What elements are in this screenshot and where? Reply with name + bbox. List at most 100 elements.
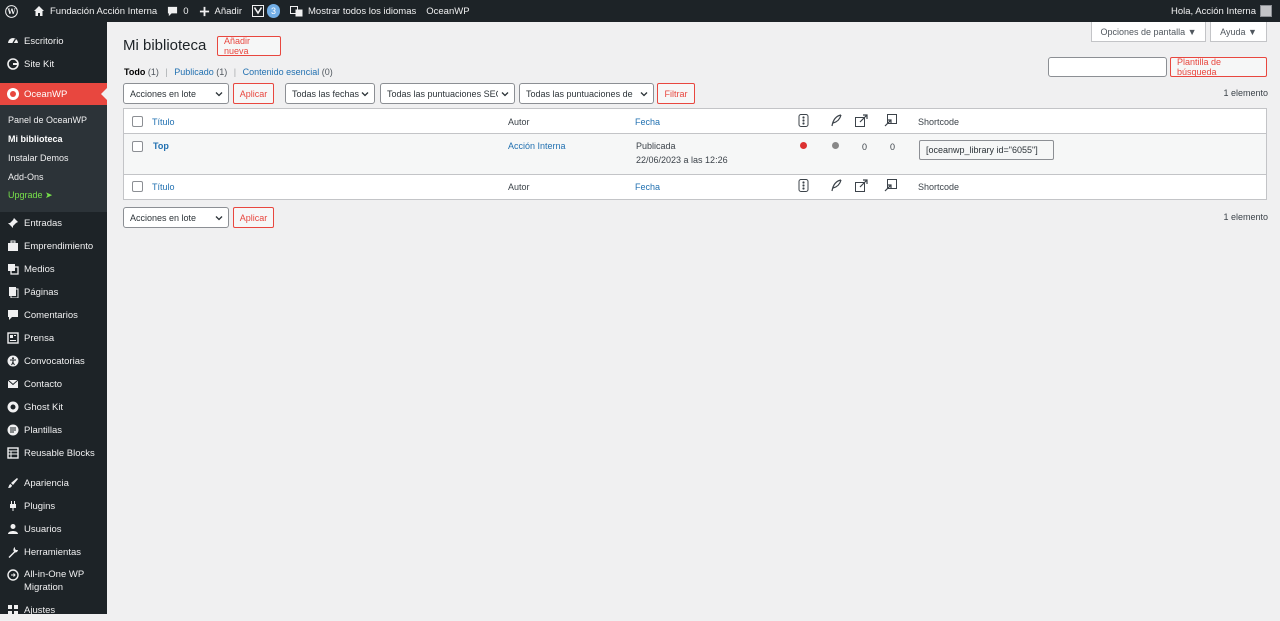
avatar (1260, 5, 1272, 17)
comments-link[interactable]: 0 (162, 0, 193, 22)
users-icon (6, 522, 20, 536)
row-checkbox[interactable] (132, 141, 143, 152)
add-new-menu[interactable]: Añadir (194, 0, 247, 22)
press-icon (6, 331, 20, 345)
comments-icon (6, 308, 20, 322)
submenu-add-ons[interactable]: Add-Ons (8, 172, 44, 182)
menu-apariencia[interactable]: Apariencia (0, 472, 107, 494)
incoming-links-count: 0 (890, 142, 896, 152)
incoming-links-icon[interactable] (884, 114, 897, 130)
oceanwp-adminbar-label: OceanWP (426, 5, 470, 17)
column-date-header[interactable]: Fecha (635, 117, 660, 127)
oceanwp-adminbar-link[interactable]: OceanWP (421, 0, 474, 22)
menu-escritorio[interactable]: Escritorio (0, 30, 107, 52)
apply-button-bottom[interactable]: Aplicar (233, 207, 274, 228)
seo-score-filter-select[interactable]: Todas las puntuaciones SEO (380, 83, 515, 104)
menu-plugins[interactable]: Plugins (0, 495, 107, 517)
yoast-menu[interactable]: 3 (247, 0, 285, 22)
submenu-upgrade[interactable]: Upgrade ➤ (8, 190, 53, 201)
menu-medios[interactable]: Medios (0, 258, 107, 280)
outgoing-links-icon[interactable] (855, 114, 868, 130)
menu-entradas[interactable]: Entradas (0, 212, 107, 234)
menu-usuarios[interactable]: Usuarios (0, 518, 107, 540)
select-all-checkbox-footer[interactable] (132, 181, 143, 192)
view-published[interactable]: Publicado (174, 67, 214, 77)
briefcase-icon (6, 239, 20, 253)
view-all[interactable]: Todo (124, 67, 145, 77)
readability-feather-icon[interactable] (831, 179, 842, 195)
search-templates-button[interactable]: Plantilla de búsqueda (1170, 57, 1267, 77)
filter-button[interactable]: Filtrar (657, 83, 695, 104)
main-content: Opciones de pantalla ▼ Ayuda ▼ Mi biblio… (107, 22, 1280, 614)
bulk-actions-select[interactable]: Acciones en lote (123, 83, 229, 104)
menu-label: Reusable Blocks (24, 447, 95, 459)
select-all-checkbox[interactable] (132, 116, 143, 127)
menu-comentarios[interactable]: Comentarios (0, 304, 107, 326)
submenu-instalar-demos[interactable]: Instalar Demos (8, 153, 69, 163)
menu-emprendimiento[interactable]: Emprendimiento (0, 235, 107, 257)
menu-prensa[interactable]: Prensa (0, 327, 107, 349)
search-input[interactable] (1048, 57, 1167, 77)
seo-score-icon[interactable] (798, 114, 809, 130)
languages-label: Mostrar todos los idiomas (308, 5, 417, 17)
menu-label: Herramientas (24, 546, 82, 558)
admin-bar: W Fundación Acción Interna 0 Añadir 3 Mo… (0, 0, 1280, 22)
wordpress-icon: W (5, 4, 18, 18)
menu-ghost-kit[interactable]: Ghost Kit (0, 396, 107, 418)
apply-button[interactable]: Aplicar (233, 83, 274, 104)
column-shortcode-header: Shortcode (918, 117, 960, 127)
row-author-link[interactable]: Acción Interna (508, 141, 566, 151)
site-name-link[interactable]: Fundación Acción Interna (28, 0, 162, 22)
arrow-right-icon: ➤ (45, 190, 53, 200)
languages-menu[interactable]: Mostrar todos los idiomas (285, 0, 421, 22)
wordpress-logo-button[interactable]: W (0, 0, 28, 22)
seo-score-indicator (800, 142, 807, 149)
home-icon (33, 5, 45, 17)
menu-site-kit[interactable]: Site Kit (0, 53, 107, 75)
seo-score-filter-value: Todas las puntuaciones SEO (387, 88, 498, 99)
menu-label: Usuarios (24, 523, 62, 535)
incoming-links-icon[interactable] (884, 179, 897, 195)
mail-icon (6, 377, 20, 391)
menu-contacto[interactable]: Contacto (0, 373, 107, 395)
dates-filter-select[interactable]: Todas las fechas (285, 83, 375, 104)
submenu-mi-biblioteca[interactable]: Mi biblioteca (8, 134, 63, 144)
readability-score-indicator (832, 142, 839, 149)
items-count-top: 1 elemento (1223, 88, 1268, 98)
column-title-header[interactable]: Título (152, 117, 175, 127)
shortcode-field[interactable]: [oceanwp_library id="6055"] (919, 140, 1054, 160)
readability-feather-icon[interactable] (831, 114, 842, 130)
view-published-count: (1) (216, 67, 228, 77)
column-title-footer[interactable]: Título (152, 182, 175, 192)
menu-oceanwp[interactable]: OceanWP (0, 83, 107, 105)
menu-ajustes[interactable]: Ajustes (0, 599, 107, 621)
menu-herramientas[interactable]: Herramientas (0, 541, 107, 563)
submenu-panel-oceanwp[interactable]: Panel de OceanWP (8, 115, 87, 125)
row-title-link[interactable]: Top (153, 141, 169, 151)
separator: | (233, 67, 237, 77)
menu-label: All-in-One WP (24, 569, 85, 580)
menu-label: Contacto (24, 378, 63, 390)
view-all-count: (1) (147, 67, 159, 77)
outgoing-links-icon[interactable] (855, 179, 868, 195)
menu-label: Site Kit (24, 58, 55, 70)
bulk-actions-select-bottom[interactable]: Acciones en lote (123, 207, 229, 228)
menu-reusable-blocks[interactable]: Reusable Blocks (0, 442, 107, 464)
plus-icon (199, 6, 210, 17)
add-new-button[interactable]: Añadir nueva (217, 36, 281, 56)
menu-plantillas[interactable]: Plantillas (0, 419, 107, 441)
view-cornerstone[interactable]: Contenido esencial (243, 67, 320, 77)
oceanwp-submenu: Panel de OceanWP Mi biblioteca Instalar … (0, 105, 107, 212)
screen-options-button[interactable]: Opciones de pantalla ▼ (1091, 22, 1206, 42)
seo-score-icon[interactable] (798, 179, 809, 195)
menu-label: Ghost Kit (24, 401, 64, 413)
site-name: Fundación Acción Interna (50, 5, 158, 17)
readability-filter-select[interactable]: Todas las puntuaciones de (519, 83, 654, 104)
column-shortcode-footer: Shortcode (918, 182, 960, 192)
menu-paginas[interactable]: Páginas (0, 281, 107, 303)
help-button[interactable]: Ayuda ▼ (1210, 22, 1267, 42)
menu-all-in-one-migration[interactable]: All-in-One WP Migration (0, 564, 107, 594)
menu-convocatorias[interactable]: Convocatorias (0, 350, 107, 372)
my-account-menu[interactable]: Hola, Acción Interna (1171, 5, 1280, 17)
column-date-footer[interactable]: Fecha (635, 182, 660, 192)
